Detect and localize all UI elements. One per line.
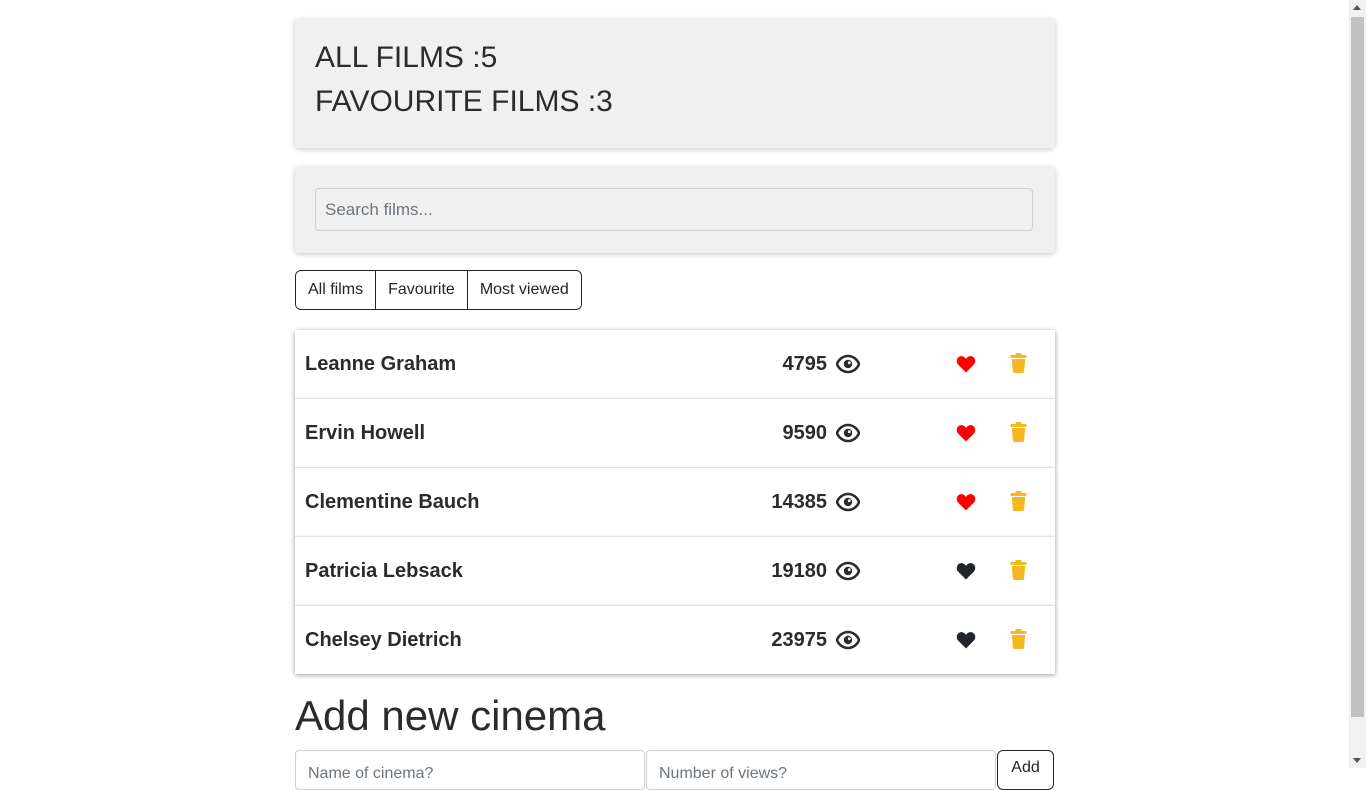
eye-icon (835, 560, 861, 582)
favourite-films-count: FAVOURITE FILMS :3 (315, 85, 613, 118)
scroll-down-arrow-icon[interactable] (1353, 758, 1361, 763)
filter-most-viewed-button[interactable]: Most viewed (466, 271, 581, 309)
heart-icon[interactable] (956, 354, 976, 373)
film-row: Leanne Graham 4795 (295, 330, 1055, 398)
filter-favourite-button[interactable]: Favourite (375, 271, 467, 309)
heart-icon[interactable] (956, 561, 976, 580)
add-cinema-heading: Add new cinema (295, 692, 606, 739)
filter-button-group: All films Favourite Most viewed (295, 270, 582, 310)
film-name: Chelsey Dietrich (305, 629, 462, 651)
film-views-count: 4795 (782, 353, 828, 375)
trash-icon[interactable] (1010, 560, 1027, 580)
films-list: Leanne Graham 4795 Ervin Howell 9590 Clement… (295, 330, 1055, 674)
search-input[interactable] (315, 188, 1033, 231)
film-name: Patricia Lebsack (305, 560, 463, 582)
eye-icon (835, 422, 861, 444)
film-row: Clementine Bauch 14385 (295, 467, 1055, 536)
scroll-up-arrow-icon[interactable] (1353, 5, 1361, 10)
film-name: Leanne Graham (305, 353, 457, 375)
film-views-count: 14385 (771, 491, 827, 513)
add-cinema-form: Add (295, 750, 1055, 790)
eye-icon (835, 353, 861, 375)
film-row: Patricia Lebsack 19180 (295, 536, 1055, 605)
film-row: Chelsey Dietrich 23975 (295, 605, 1055, 674)
cinema-name-input[interactable] (295, 750, 645, 790)
film-views-count: 9590 (782, 422, 828, 444)
eye-icon (835, 629, 861, 651)
film-name: Clementine Bauch (305, 491, 480, 513)
eye-icon (835, 491, 861, 513)
trash-icon[interactable] (1010, 491, 1027, 511)
film-name: Ervin Howell (305, 422, 426, 444)
heart-icon[interactable] (956, 423, 976, 442)
stats-card: ALL FILMS :5 FAVOURITE FILMS :3 (295, 19, 1055, 148)
trash-icon[interactable] (1010, 422, 1027, 442)
heart-icon[interactable] (956, 492, 976, 511)
film-views-count: 23975 (771, 629, 827, 651)
heart-icon[interactable] (956, 630, 976, 649)
film-row: Ervin Howell 9590 (295, 398, 1055, 467)
page-scrollbar[interactable] (1349, 0, 1366, 768)
add-cinema-button[interactable]: Add (997, 750, 1054, 790)
trash-icon[interactable] (1010, 629, 1027, 649)
cinema-views-input[interactable] (646, 750, 996, 790)
scroll-thumb[interactable] (1351, 17, 1364, 717)
filter-all-films-button[interactable]: All films (296, 271, 376, 309)
film-views-count: 19180 (771, 560, 827, 582)
trash-icon[interactable] (1010, 353, 1027, 373)
search-panel (295, 167, 1055, 253)
all-films-count: ALL FILMS :5 (315, 41, 498, 74)
